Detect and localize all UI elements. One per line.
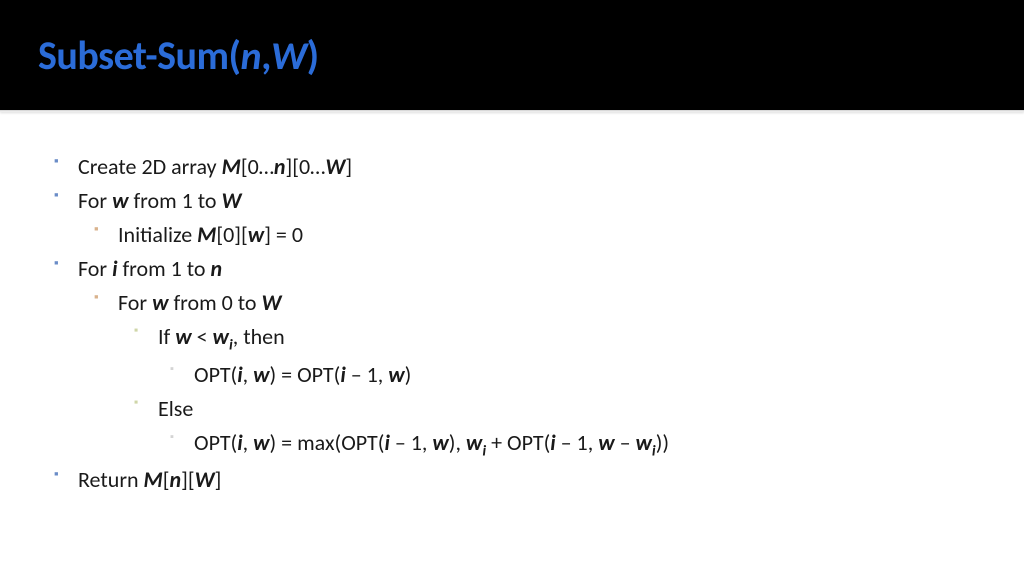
line-for-w: For w from 1 to W Initialize M[0][w] = 0 (50, 184, 974, 252)
title-sep: , (261, 31, 271, 80)
pseudocode-list: Create 2D array M[0…n][0…W] For w from 1… (50, 150, 974, 497)
line-opt-case1: OPT(i, w) = OPT(i – 1, w) (166, 358, 974, 392)
line-if-cond: If w < wi, then OPT(i, w) = OPT(i – 1, w… (130, 320, 974, 391)
title-suffix: ) (307, 31, 319, 80)
title-arg-n: n (240, 31, 261, 80)
line-init-m: Initialize M[0][w] = 0 (90, 218, 974, 252)
slide-title: Subset-Sum(n,W) (38, 31, 319, 80)
line-opt-case2: OPT(i, w) = max(OPT(i – 1, w), wi + OPT(… (166, 426, 974, 463)
line-return: Return M[n][W] (50, 463, 974, 497)
title-arg-w: W (271, 31, 307, 80)
line-for-i: For i from 1 to n For w from 0 to W If w… (50, 252, 974, 463)
line-for-w-inner: For w from 0 to W If w < wi, then OPT(i,… (90, 286, 974, 463)
slide-header: Subset-Sum(n,W) (0, 0, 1024, 110)
line-else: Else OPT(i, w) = max(OPT(i – 1, w), wi +… (130, 392, 974, 463)
slide: Subset-Sum(n,W) Create 2D array M[0…n][0… (0, 0, 1024, 576)
line-create-array: Create 2D array M[0…n][0…W] (50, 150, 974, 184)
title-prefix: Subset-Sum( (38, 31, 240, 80)
slide-body: Create 2D array M[0…n][0…W] For w from 1… (0, 112, 1024, 517)
